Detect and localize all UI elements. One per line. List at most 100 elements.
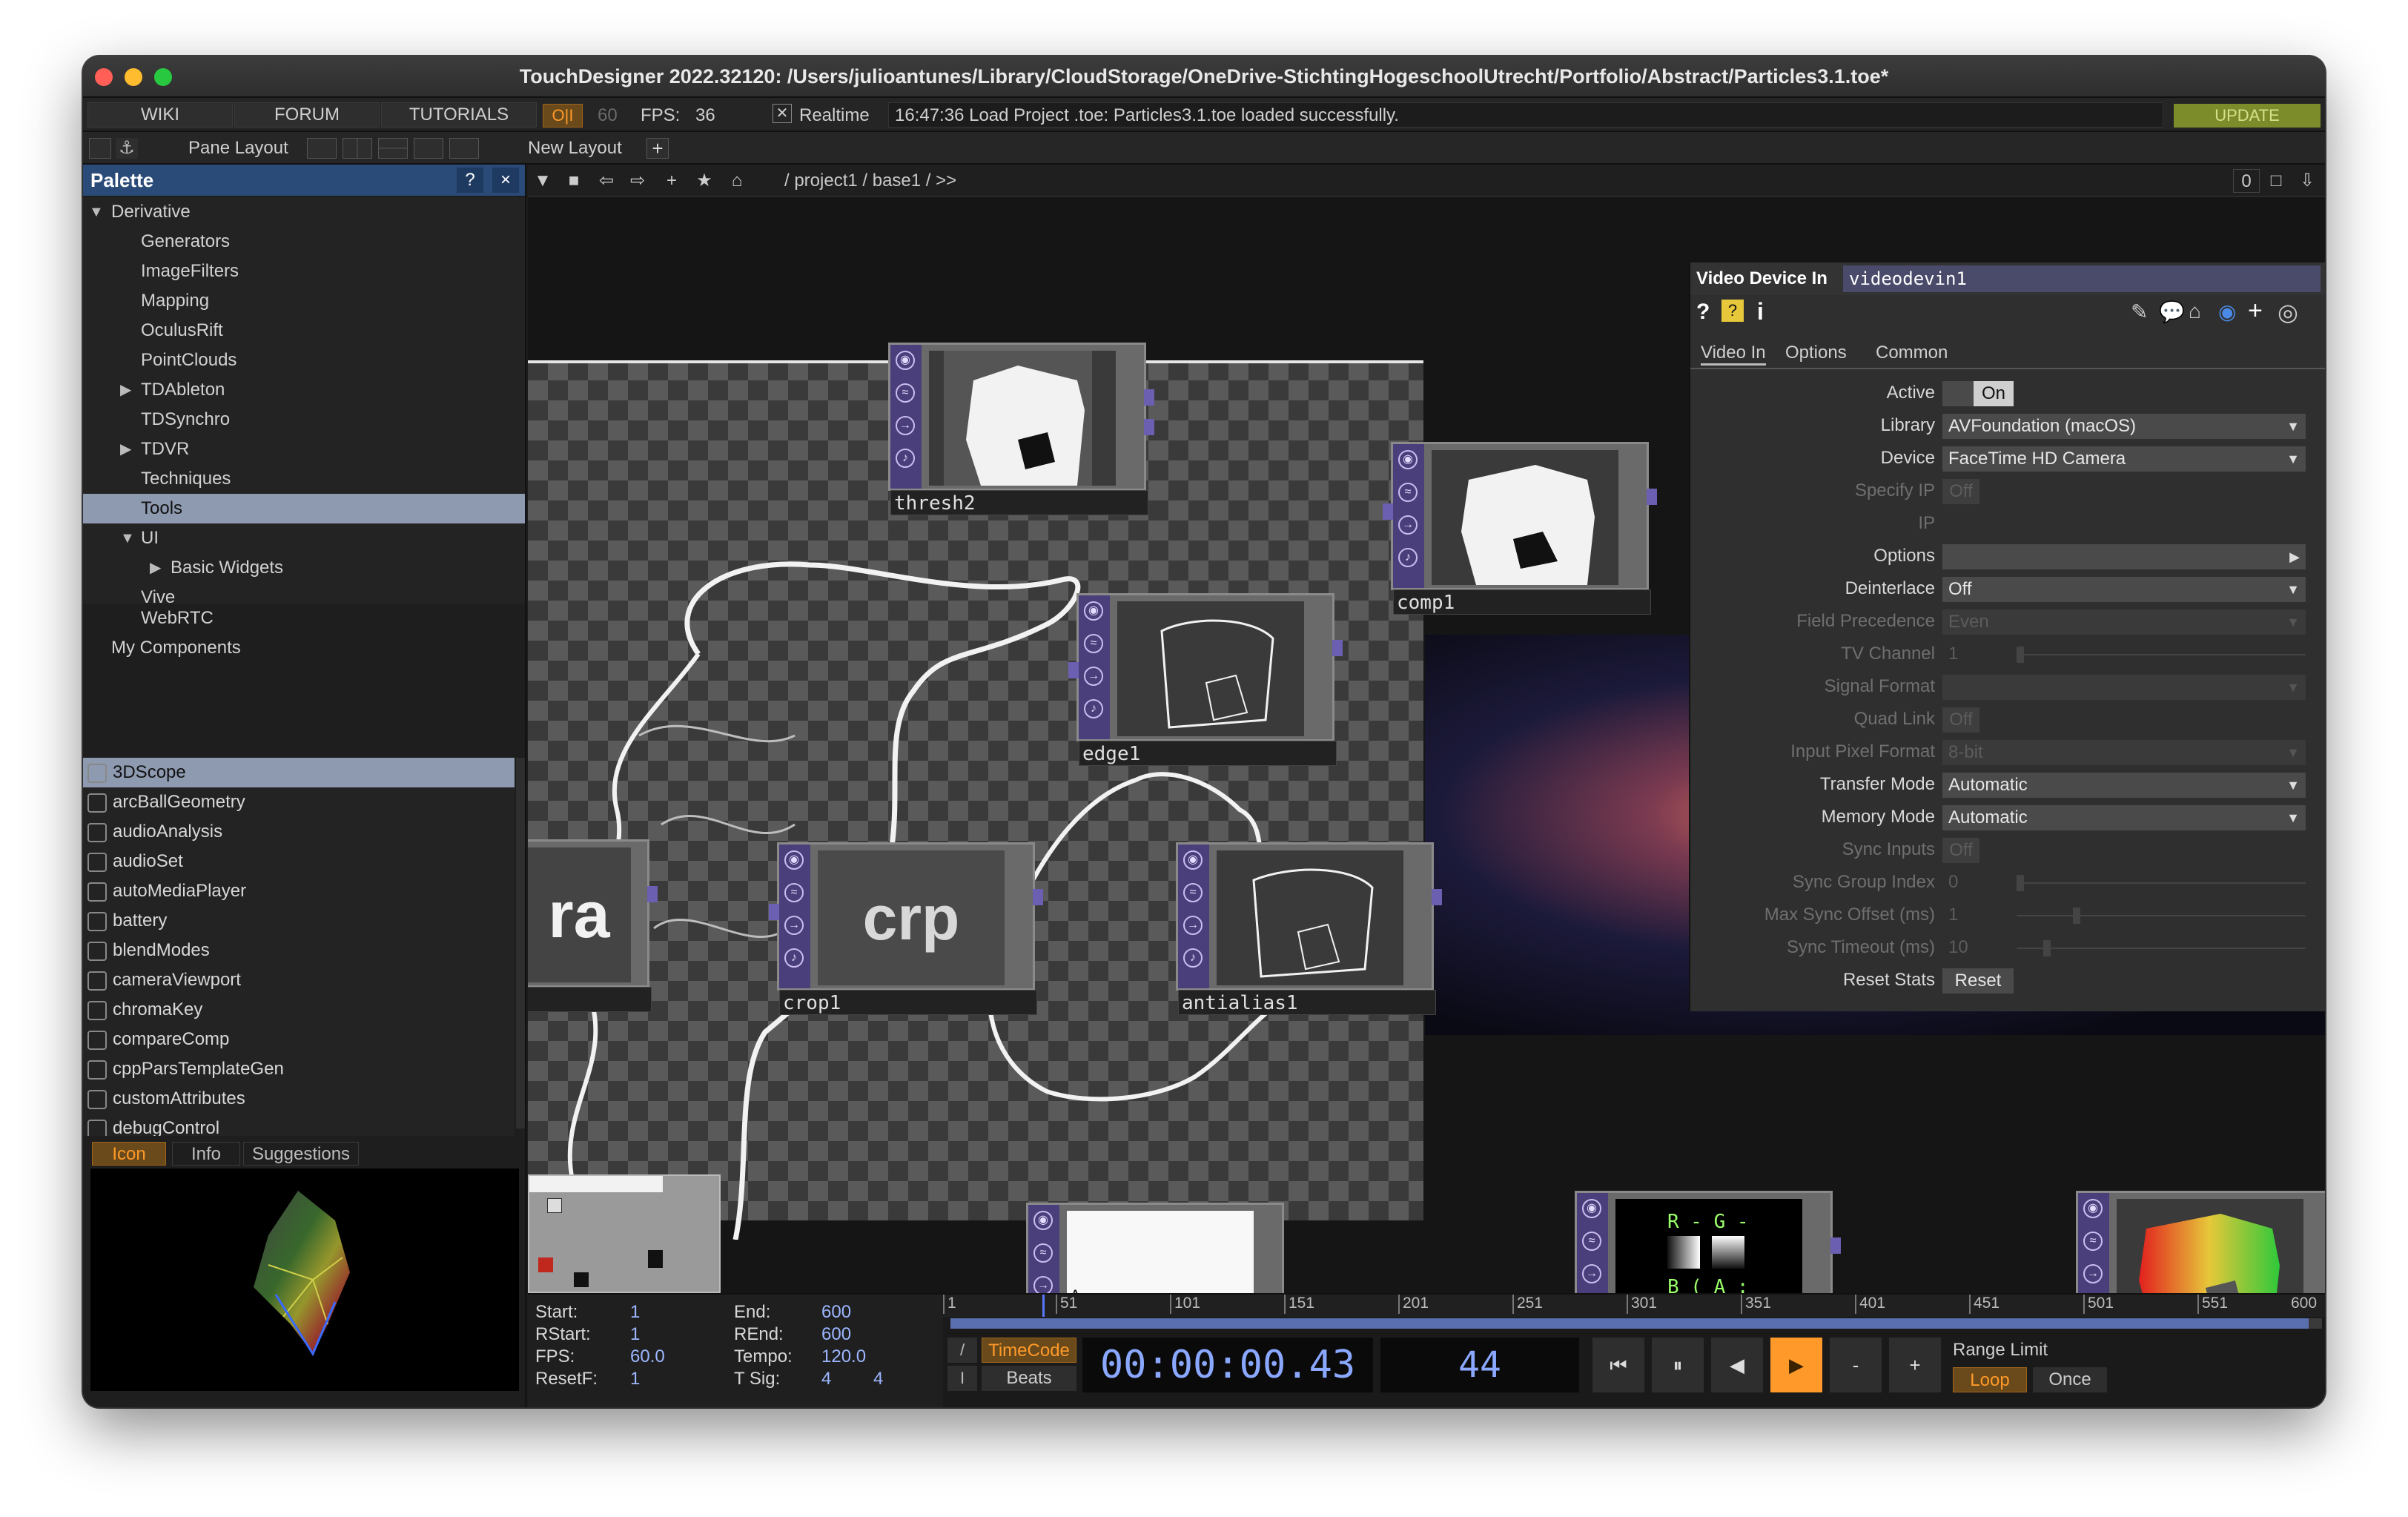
tree-item-tools[interactable]: Tools <box>83 494 525 523</box>
target-icon[interactable]: ◎ <box>2278 298 2298 326</box>
tsig-denominator[interactable]: 4 <box>873 1369 883 1389</box>
tv-channel-slider[interactable]: 1 <box>1942 642 2306 667</box>
list-item[interactable]: arcBallGeometry <box>83 787 515 817</box>
tree-item-techniques[interactable]: Techniques <box>83 464 525 494</box>
tree-item-oculusrift[interactable]: OculusRift <box>83 316 525 346</box>
viewer-flag-icon[interactable]: ◉ <box>1033 1211 1053 1230</box>
node-output-port[interactable] <box>1830 1237 1841 1254</box>
tab-icon[interactable]: Icon <box>92 1142 166 1166</box>
maximize-icon[interactable]: □ <box>2263 169 2289 193</box>
partial-node[interactable]: ra <box>528 839 658 1012</box>
tutorials-button[interactable]: TUTORIALS <box>381 102 537 128</box>
image-icon[interactable] <box>89 138 111 159</box>
node-output-port[interactable] <box>1332 640 1343 656</box>
realtime-checkbox[interactable]: ✕ <box>773 104 792 123</box>
node-output-port[interactable] <box>1144 419 1154 435</box>
max-sync-offset-slider[interactable]: 1 <box>1942 903 2306 928</box>
python-icon[interactable]: ◉ <box>2218 300 2236 324</box>
lock-flag-icon[interactable]: ≈ <box>1033 1243 1053 1263</box>
constant-node[interactable]: ◉ ≈ → A <box>1026 1203 1284 1293</box>
node-output-port[interactable] <box>1647 489 1657 505</box>
thresh2-node[interactable]: ◉ ≈ → ♪ thresh2 <box>888 343 1154 515</box>
bypass-flag-icon[interactable]: → <box>896 416 915 435</box>
sync-inputs-toggle[interactable]: Off <box>1942 838 1979 863</box>
list-item[interactable]: audioAnalysis <box>83 817 515 847</box>
forward-icon[interactable]: ⇨ <box>624 169 651 193</box>
node-output-port[interactable] <box>1144 389 1154 406</box>
palette-close-button[interactable]: × <box>492 168 519 193</box>
list-item[interactable]: 3DScope <box>83 758 515 787</box>
step-plus-button[interactable]: + <box>1889 1338 1941 1392</box>
tab-suggestions[interactable]: Suggestions <box>243 1142 359 1166</box>
tree-item-my-components[interactable]: My Components <box>83 633 525 663</box>
download-icon[interactable]: ⇩ <box>2294 169 2321 193</box>
tree-item-derivative[interactable]: ▼ Derivative <box>83 197 525 227</box>
tree-item-tdvr[interactable]: ▶ TDVR <box>83 434 525 464</box>
start-value[interactable]: 1 <box>630 1302 640 1323</box>
add-icon[interactable]: + <box>2248 297 2263 325</box>
memory-mode-dropdown[interactable]: Automatic ▼ <box>1942 805 2306 830</box>
active-toggle[interactable]: On <box>1942 381 2014 406</box>
pause-button[interactable]: ⏸ <box>1652 1338 1704 1392</box>
comment-icon[interactable]: 💬 <box>2159 300 2185 324</box>
tree-item-webrtc[interactable]: WebRTC <box>83 604 525 633</box>
tab-options[interactable]: Options <box>1785 343 1847 363</box>
menu-dropdown-icon[interactable]: ▼ <box>529 169 556 193</box>
bypass-flag-icon[interactable]: → <box>1183 916 1203 935</box>
list-item[interactable]: chromaKey <box>83 995 515 1025</box>
bypass-flag-icon[interactable]: → <box>2083 1264 2103 1283</box>
bypass-flag-icon[interactable]: → <box>1084 667 1103 686</box>
library-dropdown[interactable]: AVFoundation (macOS) ▼ <box>1942 414 2306 439</box>
display-flag-icon[interactable]: ♪ <box>784 948 804 968</box>
step-back-button[interactable]: ◀ <box>1711 1338 1763 1392</box>
tree-item-ui[interactable]: ▼ UI <box>83 523 525 553</box>
node-name-label[interactable]: thresh2 <box>890 490 1148 515</box>
pointtransform1-node[interactable]: ◉≈→♪ R - G - B ( A : pointtransform1 <box>1575 1191 1841 1293</box>
lock-flag-icon[interactable]: ≈ <box>1084 634 1103 653</box>
node-output-port[interactable] <box>1033 889 1043 905</box>
node-input-port[interactable] <box>769 904 779 920</box>
node-input-port[interactable] <box>1068 662 1079 678</box>
help-icon[interactable]: ? <box>1696 300 1710 325</box>
list-item[interactable]: cameraViewport <box>83 965 515 995</box>
fps-cap[interactable]: 60 <box>598 105 618 126</box>
lock-flag-icon[interactable]: ≈ <box>1582 1232 1601 1251</box>
once-button[interactable]: Once <box>2033 1367 2107 1392</box>
deinterlace-dropdown[interactable]: Off ▼ <box>1942 577 2306 602</box>
node-output-port[interactable] <box>1432 889 1442 905</box>
layout-quad-button[interactable] <box>449 138 479 159</box>
tree-item-pointclouds[interactable]: PointClouds <box>83 346 525 375</box>
lock-flag-icon[interactable]: ≈ <box>2083 1232 2103 1251</box>
node-name-label[interactable]: crop1 <box>779 990 1037 1015</box>
play-button[interactable]: ▶ <box>1770 1338 1822 1392</box>
add-layout-button[interactable]: + <box>646 138 669 159</box>
options-menu[interactable]: ▶ <box>1942 544 2306 569</box>
signal-format-dropdown[interactable]: ▼ <box>1942 675 2306 700</box>
rend-value[interactable]: 600 <box>821 1324 851 1345</box>
collapsed-arrow-icon[interactable]: ▶ <box>150 553 161 583</box>
tab-common[interactable]: Common <box>1876 343 1948 363</box>
specify-ip-toggle[interactable]: Off <box>1942 479 1979 504</box>
info-icon[interactable]: i <box>1757 298 1764 325</box>
fps-value[interactable]: 60.0 <box>630 1346 665 1367</box>
list-item[interactable]: cppParsTemplateGen <box>83 1054 515 1084</box>
node-name-label[interactable]: antialias1 <box>1178 990 1436 1015</box>
collapsed-arrow-icon[interactable]: ▶ <box>120 434 131 464</box>
tree-item-generators[interactable]: Generators <box>83 227 525 257</box>
update-button[interactable]: UPDATE <box>2174 104 2321 128</box>
oi-indicator[interactable]: O|I <box>543 104 583 128</box>
home-icon[interactable]: ⌂ <box>724 169 750 193</box>
resetf-value[interactable]: 1 <box>630 1369 640 1389</box>
input-pixel-format-dropdown[interactable]: 8-bit ▼ <box>1942 740 2306 765</box>
tree-item-tdsynchro[interactable]: TDSynchro <box>83 405 525 434</box>
beats-mode-button[interactable]: Beats <box>982 1366 1076 1391</box>
palette-help-button[interactable]: ? <box>457 168 483 193</box>
bypass-flag-icon[interactable]: → <box>1033 1276 1053 1293</box>
ui-panel-thumbnail[interactable] <box>528 1174 721 1293</box>
tempo-value[interactable]: 120.0 <box>821 1346 866 1367</box>
bypass-flag-icon[interactable]: → <box>1582 1264 1601 1283</box>
layout-split-horizontal-button[interactable] <box>378 138 408 159</box>
display-flag-icon[interactable]: ♪ <box>1183 948 1203 968</box>
list-item[interactable]: debugControl <box>83 1114 515 1136</box>
tree-item-mapping[interactable]: Mapping <box>83 286 525 316</box>
